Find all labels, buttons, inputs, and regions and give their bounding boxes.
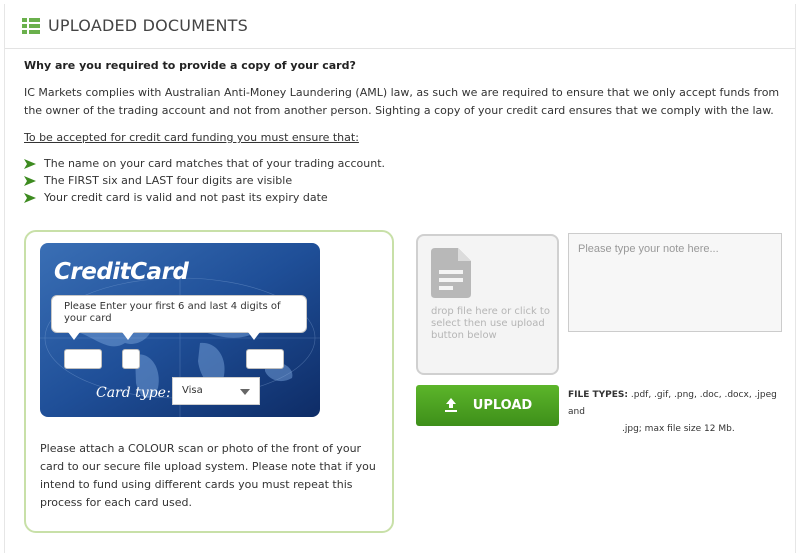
file-size-limit: .jpg; max file size 12 Mb.	[622, 424, 735, 434]
chevron-down-icon	[240, 389, 250, 395]
drop-zone-text: drop file here or click to select then u…	[431, 306, 550, 341]
requirement-text: Your credit card is valid and not past i…	[44, 191, 328, 204]
card-type-label: Card type:	[96, 385, 171, 401]
aml-explanation: IC Markets complies with Australian Anti…	[24, 86, 780, 117]
credit-card-panel: CreditCard Please Enter your first 6 and…	[24, 230, 394, 533]
list-item: Your credit card is valid and not past i…	[24, 189, 385, 206]
list-icon	[22, 18, 40, 34]
card-brand-logo: CreditCard	[54, 259, 189, 285]
list-item: The FIRST six and LAST four digits are v…	[24, 172, 385, 189]
panel-header: UPLOADED DOCUMENTS	[5, 4, 795, 49]
documents-panel: UPLOADED DOCUMENTS Why are you required …	[4, 4, 796, 553]
upload-button-label: UPLOAD	[472, 398, 533, 413]
page-title: UPLOADED DOCUMENTS	[48, 16, 249, 35]
tooltip-pointer	[248, 332, 260, 340]
last-digits-input[interactable]	[246, 349, 284, 369]
card-question-heading: Why are you required to provide a copy o…	[24, 59, 356, 72]
card-type-select[interactable]: Visa	[172, 377, 260, 405]
arrow-bullet-icon	[24, 175, 36, 186]
upload-button[interactable]: UPLOAD	[416, 385, 559, 426]
attach-instructions: Please attach a COLOUR scan or photo of …	[40, 442, 376, 509]
list-item: The name on your card matches that of yo…	[24, 155, 385, 172]
file-drop-zone[interactable]: drop file here or click to select then u…	[416, 234, 559, 375]
requirements-heading: To be accepted for credit card funding y…	[24, 131, 359, 144]
tooltip-pointer	[122, 332, 134, 340]
upload-icon	[444, 397, 457, 412]
file-types-info: FILE TYPES: .pdf, .gif, .png, .doc, .doc…	[568, 387, 784, 438]
arrow-bullet-icon	[24, 158, 36, 169]
first-digits-input[interactable]	[64, 349, 102, 369]
file-types-label: FILE TYPES:	[568, 390, 628, 400]
requirement-text: The name on your card matches that of yo…	[44, 157, 386, 170]
requirement-text: The FIRST six and LAST four digits are v…	[44, 174, 293, 187]
arrow-bullet-icon	[24, 192, 36, 203]
tooltip-pointer	[68, 332, 80, 340]
requirements-list: The name on your card matches that of yo…	[24, 155, 385, 206]
credit-card-image: CreditCard Please Enter your first 6 and…	[40, 243, 320, 417]
document-icon	[431, 248, 471, 298]
digits-tooltip: Please Enter your first 6 and last 4 dig…	[51, 295, 307, 333]
card-type-value: Visa	[182, 385, 203, 396]
second-digits-input[interactable]	[122, 349, 140, 369]
note-input[interactable]	[568, 233, 782, 332]
